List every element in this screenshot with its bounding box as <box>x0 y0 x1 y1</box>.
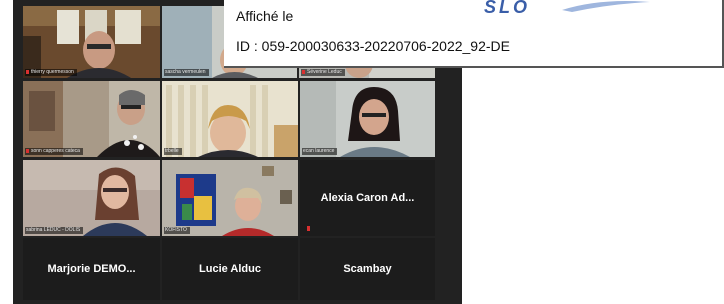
mic-muted-icon <box>26 70 29 74</box>
slo-logo: SLO <box>484 0 650 16</box>
participant-name-label: KOFISTO <box>164 227 190 234</box>
participant-name: Scambay <box>343 263 392 275</box>
mic-muted-icon <box>302 70 305 74</box>
participant-video <box>23 160 160 236</box>
video-tile-5-active-speaker[interactable]: trbelle <box>162 81 298 157</box>
name-only-tile-3[interactable]: Lucie Alduc <box>162 238 298 300</box>
name-only-tile-4[interactable]: Scambay <box>300 238 435 300</box>
participant-name-label: ecan laurence <box>302 148 338 155</box>
video-tile-4[interactable]: sonn capperes cateca <box>23 81 160 157</box>
video-tile-1[interactable]: thierry quermesson <box>23 6 160 78</box>
participant-video <box>300 81 435 157</box>
stamp-id-text: ID : 059-200030633-20220706-2022_92-DE <box>236 38 510 54</box>
participant-name: Alexia Caron Ad... <box>320 192 415 204</box>
mic-muted-icon <box>307 226 310 231</box>
participant-name: Lucie Alduc <box>199 263 261 275</box>
stamp-posted-label: Affiché le <box>236 8 294 24</box>
participant-video <box>162 81 298 157</box>
video-tile-8[interactable]: KOFISTO <box>162 160 298 236</box>
participant-name-label: sascha vermeulen <box>164 69 209 76</box>
participant-video <box>162 160 298 236</box>
logo-text: SLO <box>484 0 530 16</box>
participant-name-label: sabrina LEDUC - DOLIS <box>25 227 84 234</box>
participant-video <box>23 6 160 78</box>
participant-name-label: trbelle <box>164 148 182 155</box>
participant-name-label: sonn capperes cateca <box>25 148 83 155</box>
participant-video <box>23 81 160 157</box>
video-tile-7[interactable]: sabrina LEDUC - DOLIS <box>23 160 160 236</box>
participant-name-label: Séverine Leduc <box>301 69 345 76</box>
video-tile-6[interactable]: ecan laurence <box>300 81 435 157</box>
name-only-tile-2[interactable]: Marjorie DEMO... <box>23 238 160 300</box>
mic-muted-icon <box>26 149 29 153</box>
participant-name-label: thierry quermesson <box>25 69 77 76</box>
participant-name: Marjorie DEMO... <box>47 263 136 275</box>
name-only-tile-1[interactable]: Alexia Caron Ad... <box>300 160 435 236</box>
